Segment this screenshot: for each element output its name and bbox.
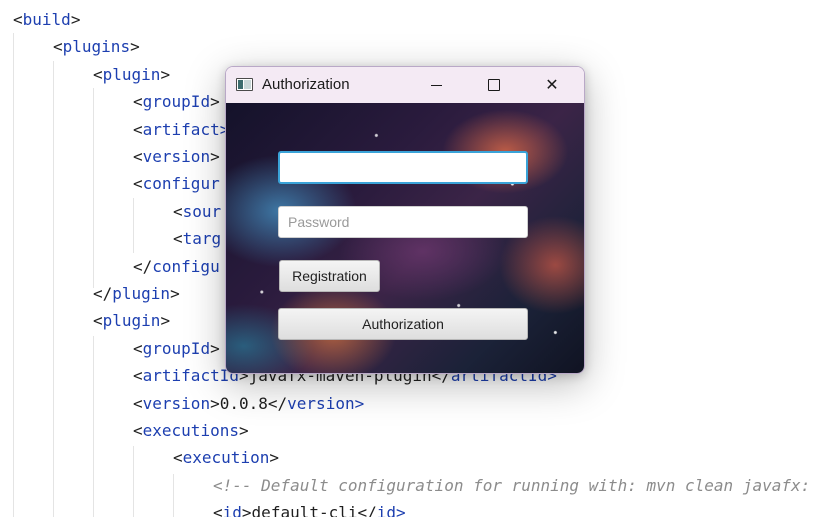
code-line: <build> [13,6,80,33]
code-text: default-cli</ [251,503,377,517]
password-input[interactable] [278,206,528,238]
code-close: > [210,92,220,112]
code-close: > [210,338,220,358]
code-line: <version> [133,143,220,170]
code-line: <configur [133,170,220,197]
maximize-icon [488,79,500,91]
code-tag: execution [182,448,270,468]
indent-guide [133,446,134,517]
code-open: < [173,229,183,249]
code-open: < [53,37,63,57]
code-open: < [93,311,103,331]
code-open: < [133,147,143,166]
code-close: > [210,147,220,166]
code-tag: plugin [112,284,171,303]
code-close: > [210,393,220,413]
code-line: <plugin> [93,307,170,334]
code-close: > [130,37,140,57]
nebula-background: Registration Authorization [226,103,584,373]
authorization-window: Authorization ✕ Registration Authorizati… [225,66,585,374]
code-line: <groupId> [133,335,220,362]
code-open: < [13,10,23,29]
code-close: > [160,311,171,331]
login-input[interactable] [278,151,528,184]
code-open: </ [93,284,113,303]
window-title: Authorization [262,76,350,93]
code-line: <sour [173,198,221,225]
code-open: < [133,366,143,386]
code-tag: id [222,503,242,517]
code-open: < [173,201,183,221]
title-bar[interactable]: Authorization ✕ [226,67,584,103]
code-tag: sour [182,201,222,221]
code-tag: plugin [102,64,161,84]
maximize-button[interactable] [465,67,523,103]
code-close: > [269,448,279,468]
code-open: < [213,503,223,517]
indent-guide [173,474,174,517]
indent-guide [13,33,14,517]
minimize-icon [430,84,442,86]
close-icon: ✕ [545,77,559,94]
code-open: </ [133,256,153,276]
code-tag: artifact [142,119,220,139]
code-open: < [133,174,143,194]
code-tag: configu [152,256,220,276]
close-button[interactable]: ✕ [523,67,581,103]
code-open: < [133,338,143,358]
code-tag: plugin [102,311,161,331]
code-close: > [238,421,249,440]
code-text: 0.0.8</ [219,393,288,413]
code-tag: build [22,10,71,29]
indent-guide [93,88,94,288]
code-line: <execution> [173,444,279,471]
code-tag: artifactId [142,366,239,386]
code-line: <plugin> [93,61,170,88]
code-open: < [93,64,103,84]
indent-guide [53,61,54,517]
authorization-button[interactable]: Authorization [278,308,528,340]
minimize-button[interactable] [407,67,465,103]
indent-guide [133,198,134,253]
code-line: <!-- Default configuration for running w… [213,472,810,499]
code-close: > [241,503,252,517]
code-open: < [133,92,143,112]
code-line: <artifact> [133,116,229,143]
app-icon [236,78,253,91]
code-tag: plugins [62,37,131,57]
code-open: < [173,448,183,468]
code-tag: version [142,147,211,166]
code-open: < [133,119,143,139]
code-open: < [133,393,143,413]
code-tag: configur [142,174,220,194]
code-tag: targ [182,229,222,249]
indent-guide [93,336,94,517]
code-line: <executions> [133,417,249,444]
code-close: > [160,64,171,84]
code-end: id> [376,503,406,517]
code-line: <groupId> [133,88,220,115]
code-line: </configu [133,253,220,280]
code-close: > [70,10,81,29]
code-line: </plugin> [93,280,180,307]
code-tag: version [142,393,211,413]
code-tag: groupId [142,92,211,112]
registration-button[interactable]: Registration [279,260,380,292]
code-open: < [133,421,143,440]
code-end: version> [287,393,365,413]
code-line: <targ [173,225,221,252]
code-line: <id>default-cli</id> [213,499,406,517]
code-tag: executions [142,421,239,440]
code-comment: <!-- Default configuration for running w… [213,475,811,495]
code-line: <version>0.0.8</version> [133,390,364,417]
code-close: > [170,284,180,303]
code-line: <plugins> [53,33,140,60]
code-tag: groupId [142,338,211,358]
